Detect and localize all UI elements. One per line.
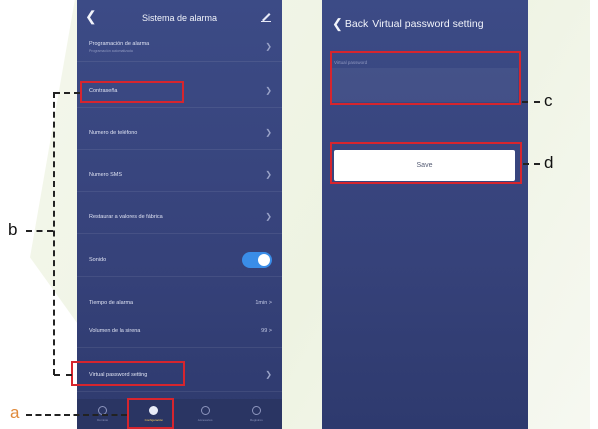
highlight-contrasena	[80, 81, 184, 103]
back-label: Back	[344, 18, 369, 30]
bracket-line	[54, 374, 72, 376]
callout-c: c	[544, 91, 553, 110]
bracket-line	[54, 92, 80, 94]
nav-header: ❮ Back Virtual password setting	[332, 16, 484, 32]
tab-label: Accesorios	[197, 418, 213, 422]
row-label: Volumen de la sirena	[89, 327, 141, 334]
highlight-save-button	[330, 142, 522, 184]
bracket-line	[26, 230, 53, 232]
callout-b: b	[8, 220, 18, 239]
row-value: 1min >	[255, 300, 272, 306]
row-label: Numero de teléfono	[89, 129, 138, 136]
pointer-line	[26, 414, 127, 416]
sound-toggle[interactable]	[242, 251, 272, 268]
row-value: 99 >	[261, 327, 272, 334]
row-label: Restaurar a valores de fábrica	[89, 213, 163, 220]
settings-row-volumen[interactable]: Volumen de la sirena 99 >	[77, 314, 282, 348]
pointer-line	[522, 101, 540, 103]
back-chevron-icon[interactable]: ❮	[85, 9, 97, 23]
highlight-password-field	[330, 51, 521, 105]
tab-accesorios[interactable]: Accesorios	[183, 406, 227, 422]
chevron-right-icon: ❯	[265, 86, 272, 95]
screen-title: Sistema de alarma	[141, 13, 218, 23]
edit-icon[interactable]	[260, 10, 272, 22]
row-label: Numero SMS	[89, 171, 123, 178]
settings-row-restaurar[interactable]: Restaurar a valores de fábrica ❯	[77, 200, 282, 234]
highlight-virtual-password-row	[71, 361, 185, 386]
warning-icon	[251, 406, 261, 415]
settings-row-sonido: Sonido	[77, 243, 282, 277]
top-bar: ❮ Sistema de alarma	[77, 0, 282, 36]
chevron-right-icon: ❯	[265, 128, 272, 137]
callout-a: a	[10, 403, 20, 422]
callout-d: d	[544, 153, 554, 172]
chevron-right-icon: ❯	[265, 42, 272, 51]
tab-label: Dominio	[97, 418, 109, 422]
screen-title: Virtual password setting	[372, 18, 484, 30]
chevron-right-icon: ❯	[265, 370, 272, 379]
row-sublabel: Programación automatizada	[89, 48, 133, 53]
tab-label: Registros	[250, 418, 263, 422]
chevron-right-icon: ❯	[265, 170, 272, 179]
row-label: Sonido	[89, 256, 107, 263]
highlight-config-tab	[127, 398, 174, 429]
accessories-icon	[200, 406, 210, 415]
back-button[interactable]: ❮ Back	[332, 16, 368, 32]
chevron-right-icon: ❯	[265, 212, 272, 221]
tab-registros[interactable]: Registros	[234, 406, 278, 422]
row-label: Programación de alarma	[89, 40, 150, 47]
bracket-line	[53, 92, 55, 375]
settings-row-sms[interactable]: Numero SMS ❯	[77, 158, 282, 192]
row-label: Tiempo de alarma	[89, 300, 134, 306]
settings-row-telefono[interactable]: Numero de teléfono ❯	[77, 116, 282, 150]
pointer-line	[523, 163, 540, 165]
back-chevron-icon: ❮	[332, 16, 343, 31]
settings-row-programacion[interactable]: Programación de alarma Programación autom…	[77, 32, 282, 62]
